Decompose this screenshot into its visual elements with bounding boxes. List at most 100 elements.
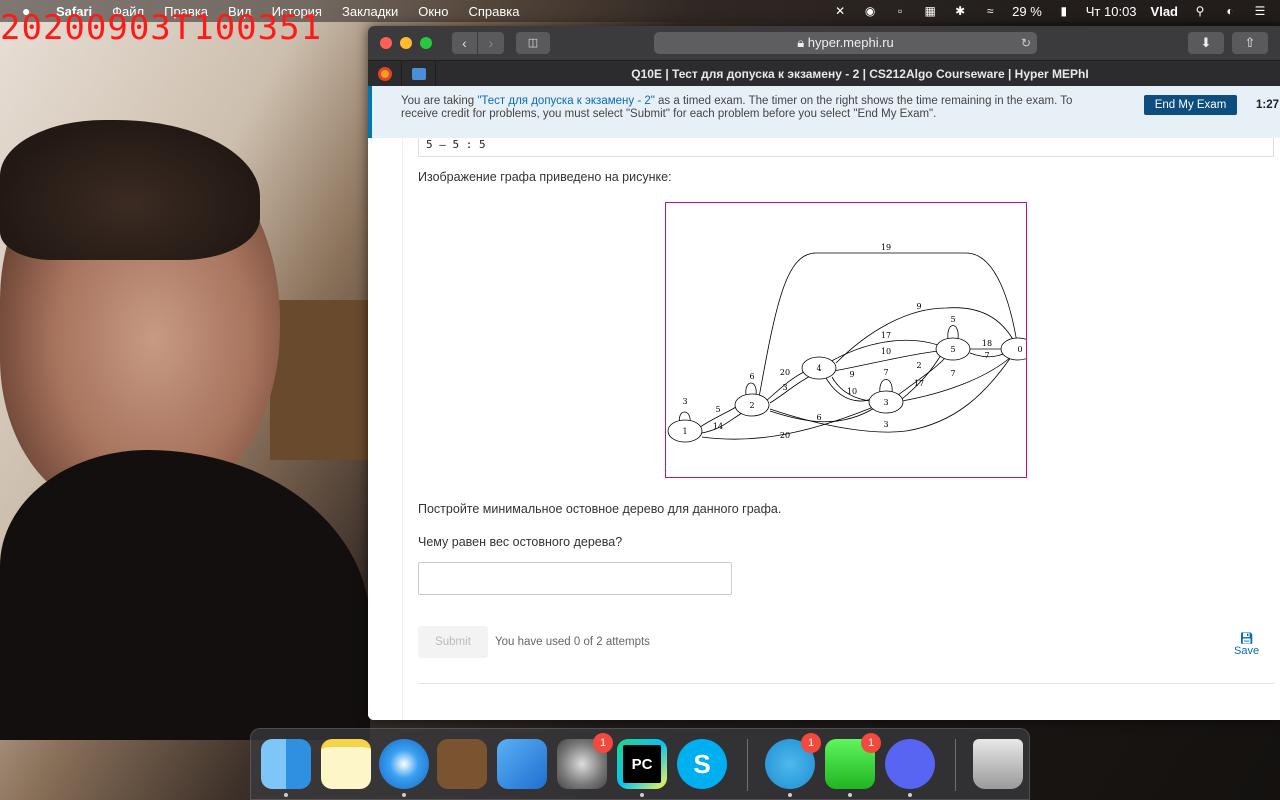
input-source-flag-icon[interactable]: ▦	[922, 4, 938, 18]
graph-node-label: 3	[883, 398, 888, 407]
save-button[interactable]: 💾︎ Save	[1234, 632, 1259, 657]
back-button[interactable]: ‹	[452, 32, 478, 54]
running-indicator	[402, 793, 406, 797]
graph-node-label: 4	[816, 364, 821, 373]
timed-exam-notice: You are taking "Тест для допуска к экзам…	[368, 86, 1280, 138]
lock-icon: 🔒︎	[797, 35, 808, 50]
running-indicator	[908, 793, 912, 797]
save-icon: 💾︎	[1239, 633, 1254, 645]
pinned-tab-firefox[interactable]	[368, 60, 402, 87]
graph-edge-label: 18	[982, 339, 992, 348]
menu-window[interactable]: Окно	[418, 4, 448, 19]
menubar-clock[interactable]: Чт 10:03	[1086, 4, 1137, 19]
graph-edge-label: 19	[881, 243, 891, 252]
active-tab-title[interactable]: Q10E | Тест для допуска к экзамену - 2 |…	[440, 61, 1280, 87]
system-preferences-icon[interactable]: 1	[557, 733, 613, 789]
notification-badge: 1	[593, 733, 613, 753]
graph-edge-label: 9	[849, 370, 854, 379]
sidebar-toggle-icon[interactable]: ◫	[516, 32, 550, 54]
graph-edge-label: 7	[883, 368, 888, 377]
menubar-user[interactable]: Vlad	[1151, 4, 1178, 19]
graph-node-label: 1	[682, 427, 687, 436]
graph-edge-label: 3	[782, 383, 787, 392]
graph-edge-label: 6	[749, 372, 754, 381]
graph-edge-label: 10	[881, 347, 891, 356]
graph-edge-label: 3	[682, 397, 687, 406]
battery-icon[interactable]: ▮	[1056, 4, 1072, 18]
graph-image: 1 2 4 3 5 0 19 9 5 17 10 18 7 20 3 6 9 1…	[665, 202, 1036, 478]
submit-button[interactable]: Submit	[418, 626, 488, 658]
reload-icon[interactable]: ↻	[1021, 32, 1031, 54]
siri-icon[interactable]: ◐	[1222, 4, 1238, 18]
graph-edge-label: 17	[881, 331, 891, 340]
spotlight-search-icon[interactable]: ⚲	[1192, 4, 1208, 18]
graph-edge	[757, 252, 1019, 404]
graph-edge-label: 3	[883, 420, 888, 429]
notification-center-icon[interactable]: ☰	[1252, 4, 1268, 18]
vpn-icon[interactable]: ✕	[832, 4, 848, 18]
finder-icon[interactable]	[261, 739, 311, 789]
menu-help[interactable]: Справка	[468, 4, 519, 19]
share-icon[interactable]: ⇧	[1232, 32, 1268, 54]
end-exam-button[interactable]: End My Exam	[1144, 95, 1237, 115]
question-text: Чему равен вес остовного дерева?	[418, 535, 623, 549]
wifi-icon[interactable]: ≈	[982, 4, 998, 18]
skype-icon[interactable]: S	[677, 739, 727, 789]
address-bar[interactable]: 🔒︎ hyper.mephi.ru ↻	[654, 32, 1037, 54]
garageband-icon[interactable]	[437, 739, 487, 789]
fullscreen-window-button[interactable]	[420, 37, 432, 49]
exam-name-link[interactable]: "Тест для допуска к экзамену - 2"	[477, 95, 655, 107]
content-divider	[418, 683, 1274, 684]
minimize-window-button[interactable]	[400, 37, 412, 49]
graph-edge-label: 7	[950, 369, 955, 378]
graph-edge-label: 2	[916, 361, 921, 370]
safari-window: ‹ › ◫ 🔒︎ hyper.mephi.ru ↻ ⬇ ⇧ Q10E | Тес…	[368, 26, 1280, 720]
graph-edge	[769, 372, 817, 404]
pycharm-icon[interactable]: PC	[617, 739, 667, 789]
answer-input[interactable]	[418, 562, 732, 595]
problem-content: 5 – 5 : 5 Изображение графа приведено на…	[368, 138, 1280, 720]
graph-self-loop	[947, 325, 959, 340]
notification-badge: 1	[801, 733, 821, 753]
graph-edge-label: 7	[984, 351, 989, 360]
notification-app-icon[interactable]: ◉	[862, 4, 878, 18]
window-controls	[380, 37, 432, 49]
graph-edge	[835, 307, 1019, 364]
person-hair	[0, 120, 260, 260]
graph-edge-label: 20	[780, 368, 790, 377]
telegram-icon[interactable]: 1	[765, 733, 821, 789]
discord-icon[interactable]	[885, 739, 935, 789]
graph-node-label: 5	[950, 345, 955, 354]
close-window-button[interactable]	[380, 37, 392, 49]
bookshelf	[270, 300, 370, 460]
save-label: Save	[1234, 645, 1260, 657]
bluetooth-icon[interactable]: ✱	[952, 4, 968, 18]
graph-edge	[897, 356, 947, 396]
graph-edge-label: 9	[916, 302, 921, 311]
graph-edge-label: 14	[713, 422, 723, 431]
tab-bar: Q10E | Тест для допуска к экзамену - 2 |…	[368, 60, 1280, 87]
running-indicator	[848, 793, 852, 797]
facetime-icon[interactable]: 1	[825, 733, 881, 789]
forward-button[interactable]: ›	[478, 32, 504, 54]
notes-icon[interactable]	[321, 739, 371, 789]
graph-caption: Изображение графа приведено на рисунке:	[418, 170, 672, 184]
graph-node-label: 2	[749, 401, 754, 410]
messages-icon[interactable]: ▫	[892, 4, 908, 18]
battery-percentage[interactable]: 29 %	[1012, 4, 1042, 19]
chat-favicon-icon	[411, 67, 426, 80]
downloads-icon[interactable]: ⬇	[1188, 32, 1224, 54]
firefox-favicon-icon	[377, 66, 392, 81]
dock-separator	[747, 739, 748, 791]
graph-edge-label: 20	[780, 431, 790, 440]
task-text: Постройте минимальное остовное дерево дл…	[418, 502, 782, 516]
notification-badge: 1	[861, 733, 881, 753]
notice-text: You are taking "Тест для допуска к экзам…	[401, 95, 1091, 120]
pinned-tab-chat[interactable]	[402, 60, 436, 87]
code-snippet: 5 – 5 : 5	[418, 138, 1274, 157]
content-left-rule	[402, 138, 403, 720]
xcode-icon[interactable]	[497, 739, 547, 789]
menu-bookmarks[interactable]: Закладки	[342, 4, 398, 19]
safari-icon[interactable]	[379, 739, 429, 789]
trash-icon[interactable]	[973, 739, 1023, 789]
